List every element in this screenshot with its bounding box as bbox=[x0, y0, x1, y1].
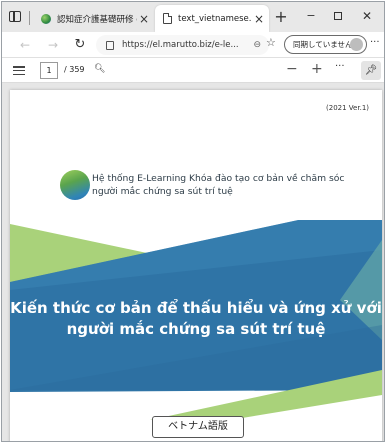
close-window-button[interactable]: ✕ bbox=[352, 5, 382, 27]
logo-icon bbox=[60, 170, 90, 200]
favorite-icon[interactable]: ☆ bbox=[266, 36, 276, 49]
minimize-button[interactable]: − bbox=[296, 5, 326, 27]
tab-strip: 認知症介護基礎研修 e × text_vietnamese.pdf × + − … bbox=[2, 2, 384, 32]
browser-window: 認知症介護基礎研修 e × text_vietnamese.pdf × + − … bbox=[1, 1, 385, 442]
tab-close-icon[interactable]: × bbox=[252, 12, 266, 26]
favicon-icon bbox=[41, 13, 51, 24]
forward-icon[interactable]: → bbox=[44, 36, 62, 54]
version-label: (2021 Ver.1) bbox=[326, 104, 369, 112]
avatar bbox=[350, 38, 363, 51]
document-subtitle: Hệ thống E-Learning Khóa đào tạo cơ bản … bbox=[92, 173, 345, 197]
table-of-contents-icon[interactable] bbox=[13, 66, 25, 76]
language-badge: ベトナム語版 bbox=[152, 416, 244, 438]
tab-close-icon[interactable]: × bbox=[137, 12, 151, 26]
url-field[interactable]: https://el.marutto.biz/e-le... ⊖ bbox=[96, 35, 269, 55]
zoom-in-button[interactable]: + bbox=[311, 61, 323, 77]
search-icon[interactable]: 🔍︎ bbox=[94, 64, 105, 74]
maximize-button[interactable] bbox=[323, 5, 353, 27]
document-title: Kiến thức cơ bản để thấu hiểu và ứng xử … bbox=[10, 299, 382, 338]
tab-actions-icon[interactable] bbox=[9, 11, 21, 22]
back-icon[interactable]: ← bbox=[16, 36, 34, 54]
tab-title: 認知症介護基礎研修 e bbox=[57, 14, 137, 25]
page-number-input[interactable]: 1 bbox=[40, 62, 58, 79]
tab-separator bbox=[29, 11, 30, 25]
maximize-icon bbox=[334, 12, 342, 20]
pdf-more-button[interactable]: ··· bbox=[335, 61, 345, 72]
sync-label: 同期していません bbox=[293, 40, 353, 49]
pdf-toolbar: 1 / 359 🔍︎ − + ··· 📌︎ bbox=[2, 58, 384, 83]
url-text: https://el.marutto.biz/e-le... bbox=[122, 40, 239, 50]
zoom-icon[interactable]: ⊖ bbox=[253, 40, 261, 50]
browser-menu-button[interactable]: ··· bbox=[370, 37, 380, 48]
tab-dementia-training[interactable]: 認知症介護基礎研修 e × bbox=[35, 5, 154, 32]
lock-icon bbox=[106, 40, 114, 50]
reload-icon[interactable]: ↻ bbox=[71, 36, 89, 54]
sync-button[interactable]: 同期していません bbox=[284, 35, 367, 54]
pin-icon[interactable]: 📌︎ bbox=[361, 61, 381, 80]
pdf-file-icon bbox=[163, 13, 172, 24]
pdf-page: (2021 Ver.1) Hệ thống E-Learning Khóa đà… bbox=[10, 90, 382, 441]
address-bar: ← → ↻ https://el.marutto.biz/e-le... ⊖ ☆… bbox=[2, 32, 384, 58]
page-total: / 359 bbox=[64, 65, 85, 74]
pdf-viewer[interactable]: (2021 Ver.1) Hệ thống E-Learning Khóa đà… bbox=[2, 83, 384, 441]
zoom-out-button[interactable]: − bbox=[286, 61, 298, 77]
tab-pdf[interactable]: text_vietnamese.pdf × bbox=[155, 5, 269, 32]
new-tab-button[interactable]: + bbox=[272, 7, 290, 27]
tab-title: text_vietnamese.pdf bbox=[178, 13, 252, 24]
